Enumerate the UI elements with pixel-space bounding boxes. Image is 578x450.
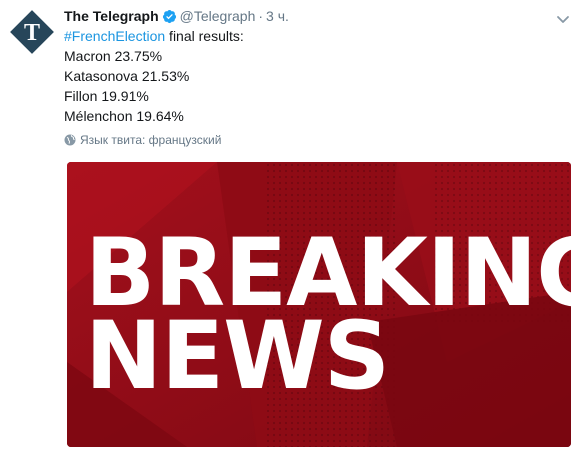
headline-news: NEWS bbox=[85, 302, 390, 411]
intro-line: #FrenchElection final results: bbox=[64, 26, 564, 46]
tweet-text: #FrenchElection final results: Macron 23… bbox=[64, 26, 564, 126]
author-handle[interactable]: @Telegraph bbox=[180, 8, 256, 24]
tweet-media-image[interactable]: BREAKING NEWS bbox=[67, 162, 571, 447]
author-name[interactable]: The Telegraph bbox=[64, 8, 159, 24]
svg-text:T: T bbox=[24, 20, 40, 46]
tweet-timestamp[interactable]: 3 ч. bbox=[266, 8, 289, 24]
result-line: Macron 23.75% bbox=[64, 48, 163, 64]
result-line: Katasonova 21.53% bbox=[64, 68, 190, 84]
avatar[interactable]: T bbox=[8, 8, 56, 56]
chevron-down-icon[interactable] bbox=[554, 10, 572, 28]
result-line: Fillon 19.91% bbox=[64, 88, 149, 104]
tweet: T The Telegraph @Telegraph · 3 ч. #FrenchEl… bbox=[0, 0, 578, 450]
tweet-content: The Telegraph @Telegraph · 3 ч. #FrenchElec… bbox=[64, 6, 564, 149]
tweet-language-link[interactable]: Язык твита: французский bbox=[64, 133, 564, 149]
globe-icon bbox=[64, 134, 76, 149]
hashtag-link[interactable]: #FrenchElection bbox=[64, 28, 165, 44]
telegraph-logo: T bbox=[10, 10, 54, 54]
tweet-header: The Telegraph @Telegraph · 3 ч. bbox=[64, 6, 564, 26]
intro-text: final results: bbox=[165, 28, 244, 44]
header-separator: · bbox=[258, 8, 264, 24]
tweet-language-label: Язык твита: французский bbox=[80, 133, 222, 147]
result-line: Mélenchon 19.64% bbox=[64, 108, 184, 124]
